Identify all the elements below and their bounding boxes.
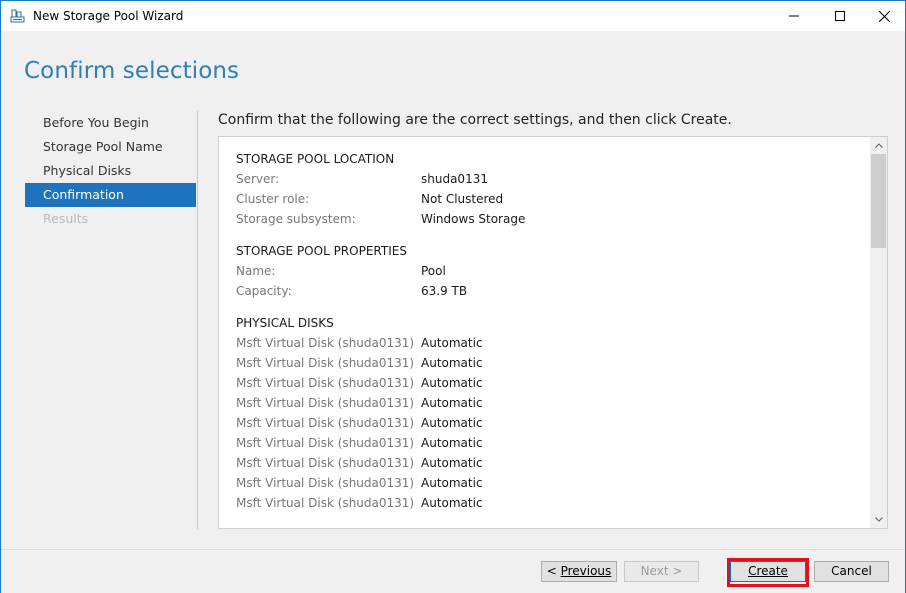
previous-button[interactable]: < Previous [541,561,617,582]
disk-allocation: Automatic [421,436,483,450]
minimize-button[interactable] [771,1,817,31]
row-value: shuda0131 [421,172,488,186]
disk-allocation: Automatic [421,356,483,370]
disk-name: Msft Virtual Disk (shuda0131) [236,356,415,370]
disk-allocation: Automatic [421,416,483,430]
disk-name: Msft Virtual Disk (shuda0131) [236,476,415,490]
next-label: Next [640,564,669,578]
disk-allocation: Automatic [421,496,483,510]
maximize-icon [835,11,845,21]
disk-row: Msft Virtual Disk (shuda0131) Automatic [236,373,856,393]
nav-item-physical-disks[interactable]: Physical Disks [25,159,196,183]
row-label: Cluster role: [236,192,310,206]
summary-row-name: Name: Pool [236,261,856,281]
storage-pool-icon [10,8,26,24]
row-label: Storage subsystem: [236,212,356,226]
summary-row-capacity: Capacity: 63.9 TB [236,281,856,301]
disk-allocation: Automatic [421,396,483,410]
row-label: Capacity: [236,284,292,298]
scroll-thumb[interactable] [871,154,886,248]
vertical-scrollbar[interactable] [870,137,887,528]
chevron-up-icon [874,143,883,148]
page-title: Confirm selections [24,58,240,84]
disk-row: Msft Virtual Disk (shuda0131) Automatic [236,353,856,373]
close-button[interactable] [861,1,906,31]
disk-allocation: Automatic [421,336,483,350]
disk-row: Msft Virtual Disk (shuda0131) Automatic [236,493,856,513]
summary-row-cluster-role: Cluster role: Not Clustered [236,189,856,209]
maximize-button[interactable] [817,1,863,31]
disk-row: Msft Virtual Disk (shuda0131) Automatic [236,413,856,433]
disk-name: Msft Virtual Disk (shuda0131) [236,436,415,450]
disk-row: Msft Virtual Disk (shuda0131) Automatic [236,473,856,493]
confirmation-summary-panel[interactable]: STORAGE POOL LOCATION Server: shuda0131 … [218,136,888,529]
cancel-label: Cancel [831,564,872,578]
disk-name: Msft Virtual Disk (shuda0131) [236,456,415,470]
nav-item-storage-pool-name[interactable]: Storage Pool Name [25,135,196,159]
row-value: Pool [421,264,446,278]
minimize-icon [789,15,799,17]
disk-allocation: Automatic [421,476,483,490]
disk-row: Msft Virtual Disk (shuda0131) Automatic [236,333,856,353]
disk-name: Msft Virtual Disk (shuda0131) [236,496,415,510]
chevron-down-icon [874,517,883,522]
nav-item-confirmation[interactable]: Confirmation [25,183,196,207]
summary-row-server: Server: shuda0131 [236,169,856,189]
title-bar[interactable]: New Storage Pool Wizard [1,1,905,31]
scroll-up-button[interactable] [870,137,887,154]
previous-label: Previous [560,564,612,578]
row-value: Windows Storage [421,212,526,226]
summary-row-storage-subsystem: Storage subsystem: Windows Storage [236,209,856,229]
row-label: Name: [236,264,276,278]
section-heading-properties: STORAGE POOL PROPERTIES [236,244,407,258]
row-value: 63.9 TB [421,284,468,298]
window-title: New Storage Pool Wizard [33,9,184,23]
section-heading-physical-disks: PHYSICAL DISKS [236,316,334,330]
disk-row: Msft Virtual Disk (shuda0131) Automatic [236,433,856,453]
disk-allocation: Automatic [421,376,483,390]
previous-prefix: < [546,564,561,578]
close-icon [878,10,890,22]
disk-name: Msft Virtual Disk (shuda0131) [236,376,415,390]
create-button-highlight [727,558,809,587]
disk-allocation: Automatic [421,456,483,470]
nav-divider [197,111,198,529]
row-label: Server: [236,172,280,186]
disk-name: Msft Virtual Disk (shuda0131) [236,336,415,350]
disk-row: Msft Virtual Disk (shuda0131) Automatic [236,453,856,473]
cancel-button[interactable]: Cancel [814,561,889,582]
disk-name: Msft Virtual Disk (shuda0131) [236,416,415,430]
next-suffix: > [668,564,683,578]
row-value: Not Clustered [421,192,504,206]
wizard-window: New Storage Pool Wizard Confirm selectio… [0,0,906,593]
nav-item-results: Results [43,211,89,226]
summary-content: STORAGE POOL LOCATION Server: shuda0131 … [236,149,856,513]
next-button: Next > [624,561,699,582]
nav-item-before-you-begin[interactable]: Before You Begin [25,111,196,135]
wizard-steps-nav: Before You Begin Storage Pool Name Physi… [25,111,196,231]
section-heading-location: STORAGE POOL LOCATION [236,152,395,166]
disk-name: Msft Virtual Disk (shuda0131) [236,396,415,410]
instruction-text: Confirm that the following are the corre… [218,112,732,128]
disk-row: Msft Virtual Disk (shuda0131) Automatic [236,393,856,413]
scroll-down-button[interactable] [870,511,887,528]
